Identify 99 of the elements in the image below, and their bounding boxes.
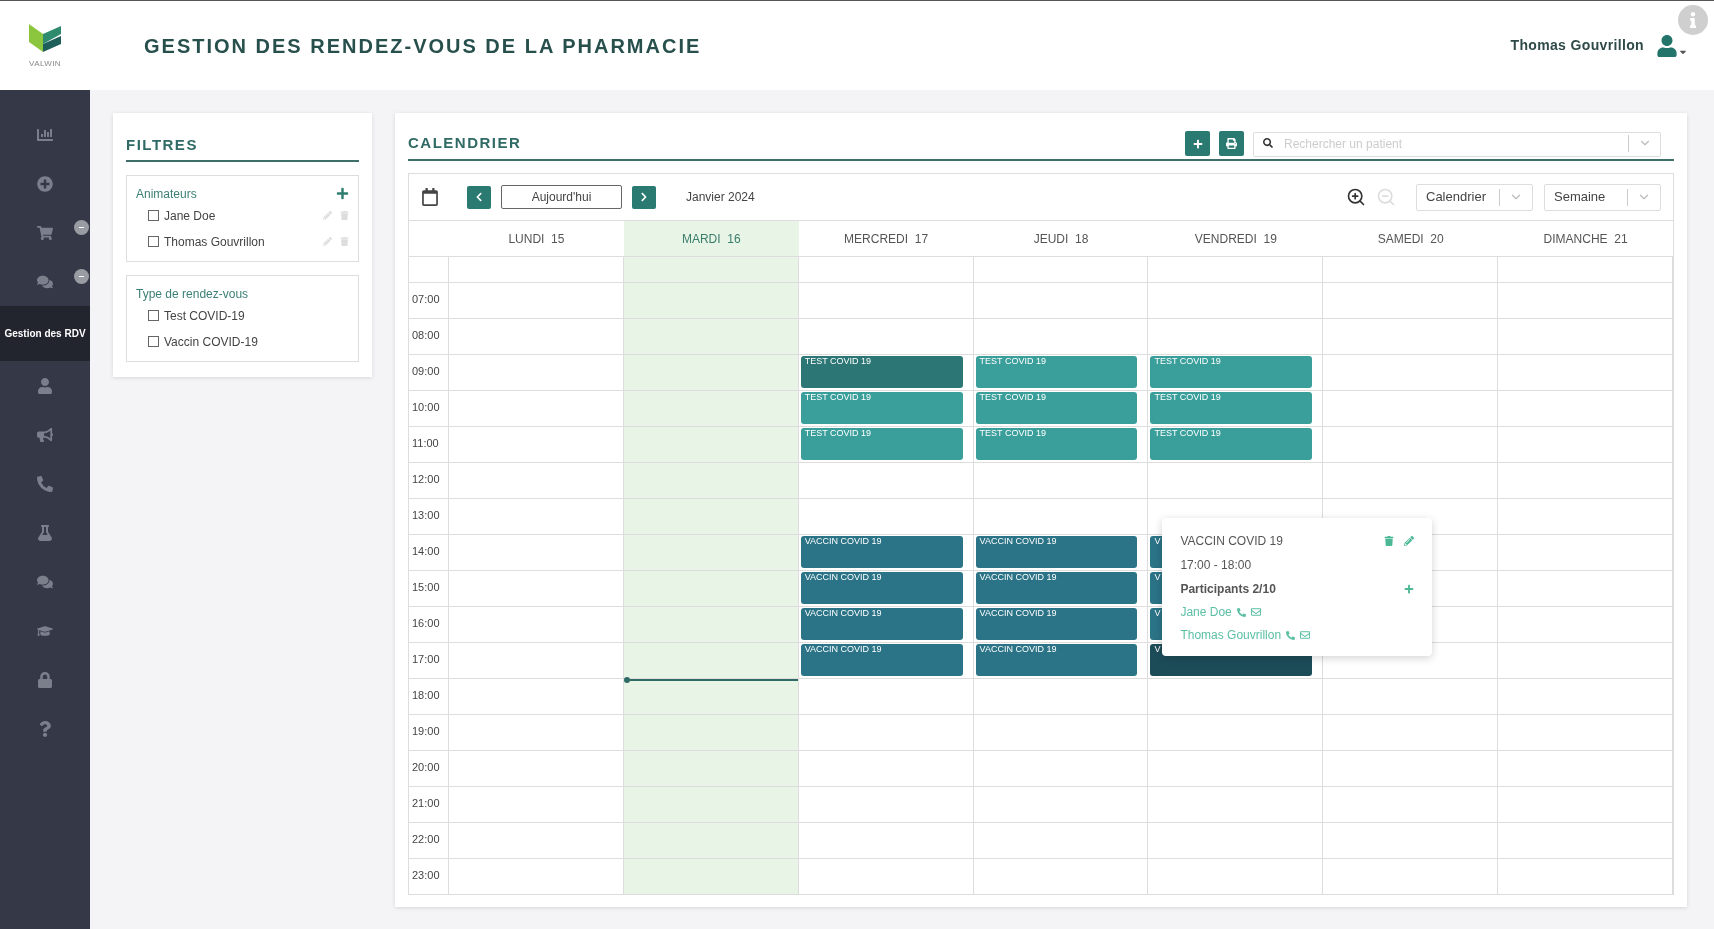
appointment[interactable]: TEST COVID 19 xyxy=(975,356,1138,388)
filter-label: Vaccin COVID-19 xyxy=(164,333,258,351)
time-label: 14:00 xyxy=(412,545,440,557)
minus-badge-icon xyxy=(74,220,89,235)
phone-icon xyxy=(37,475,53,492)
calendar-icon[interactable] xyxy=(421,188,439,206)
checkbox[interactable] xyxy=(148,210,159,221)
add-participant-icon[interactable] xyxy=(1404,584,1415,594)
time-label: 09:00 xyxy=(412,365,440,377)
time-label: 13:00 xyxy=(412,509,440,521)
appointment[interactable]: TEST COVID 19 xyxy=(1150,428,1313,460)
phone-icon[interactable] xyxy=(1286,630,1296,640)
mail-icon[interactable] xyxy=(1300,630,1311,640)
group-title: Animateurs xyxy=(136,185,197,203)
day-header: MARDI 16 xyxy=(623,221,799,256)
appointment[interactable]: TEST COVID 19 xyxy=(975,392,1138,424)
lock-icon xyxy=(37,671,53,688)
sidebar-item[interactable]: Gestion des RDV xyxy=(0,306,90,361)
day-header: MERCREDI 17 xyxy=(843,230,930,248)
panel-title: CALENDRIER xyxy=(408,133,522,154)
user-icon xyxy=(1656,34,1678,57)
time-label: 10:00 xyxy=(412,401,440,413)
checkbox[interactable] xyxy=(148,336,159,347)
time-label: 17:00 xyxy=(412,653,440,665)
previous-button[interactable] xyxy=(467,185,491,209)
time-label: 19:00 xyxy=(412,725,440,737)
chevron-right-icon xyxy=(639,192,649,202)
period-label: Janvier 2024 xyxy=(686,189,755,206)
appointment[interactable]: VACCIN COVID 19 xyxy=(975,608,1138,640)
day-header: JEUDI 18 xyxy=(1032,230,1090,248)
chat-icon xyxy=(37,573,53,590)
panel-title: FILTRES xyxy=(126,134,359,162)
popup-time: 17:00 - 18:00 xyxy=(1180,557,1253,574)
zoom-in-icon[interactable] xyxy=(1346,187,1366,207)
page-title: GESTION DES RENDEZ-VOUS DE LA PHARMACIE xyxy=(144,33,702,59)
next-button[interactable] xyxy=(632,185,656,209)
day-header: DIMANCHE 21 xyxy=(1542,230,1629,248)
delete-icon[interactable] xyxy=(1384,536,1395,546)
day-header: LUNDI 15 xyxy=(507,230,566,248)
cart-icon xyxy=(37,224,53,241)
time-label: 12:00 xyxy=(412,473,440,485)
time-label: 18:00 xyxy=(412,689,440,701)
day-header: VENDREDI 19 xyxy=(1193,230,1278,248)
time-label: 11:00 xyxy=(412,437,439,449)
appointment[interactable]: VACCIN COVID 19 xyxy=(975,644,1138,676)
flask-icon xyxy=(37,524,53,541)
megaphone-icon xyxy=(37,426,53,443)
time-label: 08:00 xyxy=(412,329,440,341)
appointment[interactable]: TEST COVID 19 xyxy=(800,356,963,388)
popup-title: VACCIN COVID 19 xyxy=(1180,533,1283,550)
chat-icon xyxy=(37,273,53,290)
appointment[interactable]: VACCIN COVID 19 xyxy=(800,536,963,568)
logo-text: VALWIN xyxy=(29,57,61,70)
print-button[interactable] xyxy=(1219,131,1244,156)
filter-label: Test COVID-19 xyxy=(164,307,245,325)
day-header: SAMEDI 20 xyxy=(1376,230,1445,248)
user-icon xyxy=(37,377,53,394)
appointment[interactable]: VACCIN COVID 19 xyxy=(975,536,1138,568)
view-select[interactable]: Calendrier xyxy=(1416,183,1533,211)
plus-icon xyxy=(1192,138,1203,149)
search-icon xyxy=(1263,138,1273,148)
user-menu-button[interactable] xyxy=(1656,34,1688,57)
appointment[interactable]: VACCIN COVID 19 xyxy=(800,572,963,604)
appointment[interactable]: VACCIN COVID 19 xyxy=(800,608,963,640)
add-button[interactable] xyxy=(336,187,349,200)
time-label: 16:00 xyxy=(412,617,440,629)
time-label: 20:00 xyxy=(412,761,440,773)
appointment[interactable]: TEST COVID 19 xyxy=(975,428,1138,460)
plus-icon xyxy=(336,187,349,200)
logo-icon xyxy=(27,21,63,54)
filter-label: Thomas Gouvrillon xyxy=(164,233,265,251)
time-label: 21:00 xyxy=(412,797,440,809)
appointment[interactable]: TEST COVID 19 xyxy=(800,392,963,424)
today-button[interactable]: Aujourd'hui xyxy=(501,185,622,209)
checkbox[interactable] xyxy=(148,236,159,247)
appointment[interactable]: TEST COVID 19 xyxy=(800,428,963,460)
time-label: 23:00 xyxy=(412,869,440,881)
chart-icon xyxy=(37,126,53,143)
edit-icon[interactable] xyxy=(1404,536,1415,546)
appointment[interactable]: VACCIN COVID 19 xyxy=(800,644,963,676)
group-title: Type de rendez-vous xyxy=(136,285,249,303)
filter-label: Jane Doe xyxy=(164,207,216,225)
participants-label: Participants 2/10 xyxy=(1180,581,1276,598)
mail-icon[interactable] xyxy=(1250,607,1261,617)
phone-icon[interactable] xyxy=(1236,607,1246,617)
time-label: 22:00 xyxy=(412,833,440,845)
chevron-left-icon xyxy=(474,192,484,202)
appointment[interactable]: TEST COVID 19 xyxy=(1150,392,1313,424)
time-label: 15:00 xyxy=(412,581,440,593)
minus-badge-icon xyxy=(74,269,89,284)
user-name: Thomas Gouvrillon xyxy=(1510,36,1644,55)
print-icon xyxy=(1226,138,1237,149)
question-icon xyxy=(37,720,53,737)
time-label: 07:00 xyxy=(412,293,440,305)
add-button[interactable] xyxy=(1185,131,1210,156)
appointment[interactable]: VACCIN COVID 19 xyxy=(975,572,1138,604)
range-select[interactable]: Semaine xyxy=(1544,183,1661,211)
checkbox[interactable] xyxy=(148,310,159,321)
appointment[interactable]: TEST COVID 19 xyxy=(1150,356,1313,388)
